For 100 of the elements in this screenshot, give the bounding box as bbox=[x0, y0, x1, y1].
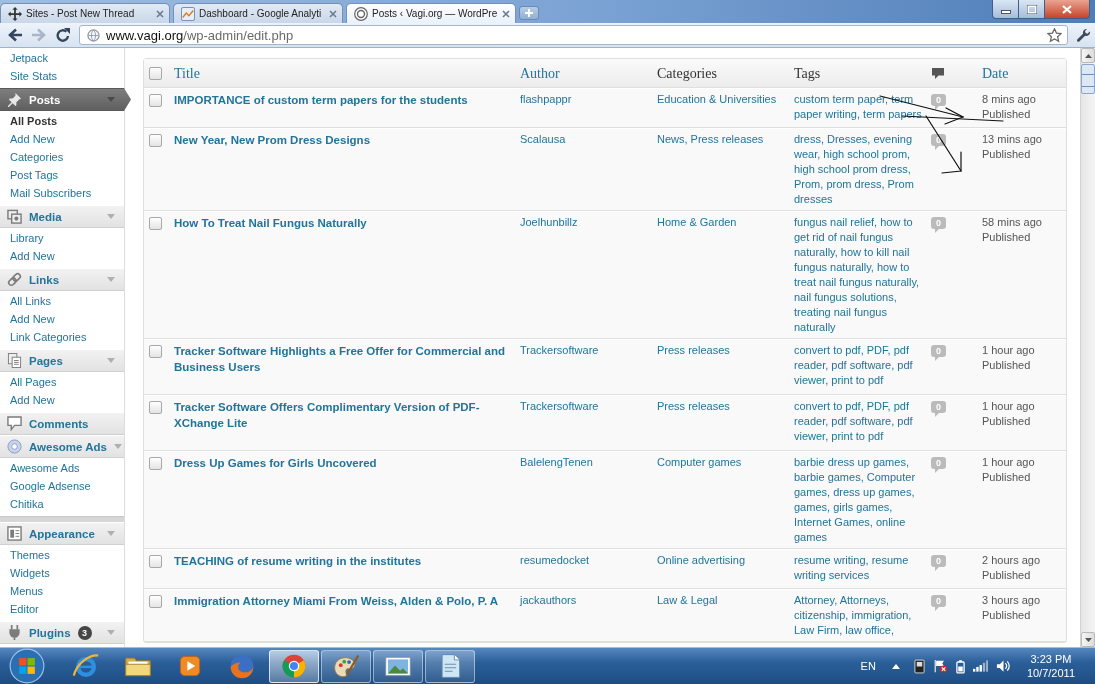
post-title-link[interactable]: Dress Up Games for Girls Uncovered bbox=[174, 455, 377, 471]
menu-item[interactable]: Categories bbox=[0, 148, 124, 166]
menu-item[interactable]: Add New bbox=[0, 310, 124, 328]
minimize-button[interactable] bbox=[992, 0, 1019, 19]
scroll-up-button[interactable] bbox=[1081, 48, 1095, 63]
tag-links[interactable]: convert to pdf, PDF, pdf reader, pdf software, pdf viewer, print to pdf bbox=[794, 399, 928, 444]
taskbar-button[interactable] bbox=[321, 649, 371, 683]
language-indicator[interactable]: EN bbox=[860, 660, 876, 672]
menu-item[interactable]: Add New bbox=[0, 247, 124, 265]
row-checkbox[interactable] bbox=[149, 94, 162, 107]
author-link[interactable]: Joelhunbillz bbox=[520, 215, 578, 230]
menu-item[interactable]: All Posts bbox=[0, 112, 124, 130]
post-title-link[interactable]: Immigration Attorney Miami From Weiss, Alden & Polo, P. A bbox=[174, 593, 499, 609]
row-checkbox[interactable] bbox=[149, 555, 162, 568]
author-link[interactable]: jackauthors bbox=[520, 593, 577, 608]
scrollbar-thumb[interactable] bbox=[1081, 64, 1095, 94]
close-icon[interactable] bbox=[156, 9, 164, 18]
menu-item[interactable]: Awesome Ads bbox=[0, 459, 124, 477]
row-checkbox[interactable] bbox=[149, 345, 162, 358]
menu-item[interactable]: All Pages bbox=[0, 373, 124, 391]
menu-item[interactable]: Library bbox=[0, 229, 124, 247]
category-link[interactable]: Press releases bbox=[657, 399, 730, 414]
menu-header[interactable]: Comments bbox=[0, 412, 124, 435]
category-link[interactable]: News, Press releases bbox=[657, 132, 764, 147]
signal-bars-icon[interactable] bbox=[972, 659, 988, 673]
new-tab-button[interactable] bbox=[519, 6, 539, 20]
menu-item[interactable]: Themes bbox=[0, 546, 124, 564]
category-link[interactable]: Press releases bbox=[657, 343, 730, 358]
menu-item[interactable]: Add New bbox=[0, 391, 124, 409]
author-link[interactable]: BalelengTenen bbox=[520, 455, 593, 470]
taskbar-button[interactable] bbox=[269, 649, 319, 683]
category-link[interactable]: Law & Legal bbox=[657, 593, 718, 608]
menu-header[interactable]: Posts bbox=[0, 88, 131, 111]
select-all-checkbox[interactable] bbox=[149, 66, 162, 80]
author-link[interactable]: Scalausa bbox=[520, 132, 566, 147]
wrench-icon[interactable] bbox=[1076, 27, 1091, 43]
taskbar-button[interactable] bbox=[425, 649, 475, 683]
post-title-link[interactable]: New Year, New Prom Dress Designs bbox=[174, 132, 371, 148]
row-checkbox[interactable] bbox=[149, 595, 162, 608]
star-icon[interactable] bbox=[1047, 27, 1062, 43]
menu-header[interactable]: Pages bbox=[0, 349, 124, 372]
menu-item[interactable]: Post Tags bbox=[0, 166, 124, 184]
category-link[interactable]: Home & Garden bbox=[657, 215, 737, 230]
column-header[interactable]: Author bbox=[520, 66, 560, 81]
browser-tab[interactable]: Posts ‹ Vagi.org — WordPre bbox=[346, 3, 516, 23]
post-title-link[interactable]: TEACHING of resume writing in the institutes bbox=[174, 553, 422, 569]
menu-header[interactable]: Plugins 3 bbox=[0, 621, 124, 644]
author-link[interactable]: resumedocket bbox=[520, 553, 590, 568]
close-icon[interactable] bbox=[329, 9, 337, 18]
back-arrow-icon[interactable] bbox=[7, 27, 23, 43]
close-icon[interactable] bbox=[502, 9, 510, 18]
column-header[interactable]: Title bbox=[174, 66, 200, 81]
maximize-button[interactable] bbox=[1019, 0, 1045, 19]
row-checkbox[interactable] bbox=[149, 134, 162, 147]
tag-links[interactable]: Attorney, Attorneys, citizenship, immigration, Law Firm, law office, bbox=[794, 593, 928, 638]
category-link[interactable]: Computer games bbox=[657, 455, 742, 470]
row-checkbox[interactable] bbox=[149, 457, 162, 470]
menu-item[interactable]: Widgets bbox=[0, 564, 124, 582]
menu-item[interactable]: Link Categories bbox=[0, 328, 124, 346]
reload-icon[interactable] bbox=[55, 27, 71, 43]
taskbar-button[interactable] bbox=[373, 649, 423, 683]
battery-icon[interactable] bbox=[955, 658, 965, 674]
tag-links[interactable]: barbie dress up games, barbie games, Computer games, dress up games, games, girls games, Internet Games, online games bbox=[794, 455, 928, 545]
scroll-down-button[interactable] bbox=[1081, 632, 1095, 647]
tag-links[interactable]: dress, Dresses, evening wear, high school prom, high school prom dress, Prom, prom dress, Prom dresses bbox=[794, 132, 928, 207]
menu-item[interactable]: Menus bbox=[0, 582, 124, 600]
close-button[interactable] bbox=[1045, 0, 1090, 19]
address-bar[interactable]: www.vagi.org/wp-admin/edit.php bbox=[79, 25, 1068, 45]
row-checkbox[interactable] bbox=[149, 401, 162, 414]
menu-item[interactable]: Editor bbox=[0, 600, 124, 618]
menu-item[interactable]: Mail Subscribers bbox=[0, 184, 124, 202]
start-orb-icon[interactable] bbox=[9, 648, 45, 684]
row-checkbox[interactable] bbox=[149, 217, 162, 230]
author-link[interactable]: Trackersoftware bbox=[520, 343, 599, 358]
caret-up-icon[interactable] bbox=[891, 663, 900, 669]
menu-item[interactable]: Jetpack bbox=[0, 49, 124, 67]
menu-header[interactable]: Appearance bbox=[0, 522, 124, 545]
post-title-link[interactable]: Tracker Software Offers Complimentary Version of PDF-XChange Lite bbox=[174, 399, 511, 431]
category-link[interactable]: Online advertising bbox=[657, 553, 746, 568]
category-link[interactable]: Education & Universities bbox=[657, 92, 777, 107]
menu-item[interactable]: All Links bbox=[0, 292, 124, 310]
menu-item[interactable]: Add New bbox=[0, 130, 124, 148]
post-title-link[interactable]: IMPORTANCE of custom term papers for the students bbox=[174, 92, 468, 108]
author-link[interactable]: flashpappr bbox=[520, 92, 572, 107]
tag-links[interactable]: convert to pdf, PDF, pdf reader, pdf software, pdf viewer, print to pdf bbox=[794, 343, 928, 388]
menu-item[interactable]: Google Adsense bbox=[0, 477, 124, 495]
speaker-icon[interactable] bbox=[995, 659, 1011, 673]
browser-tab[interactable]: Dashboard - Google Analyti bbox=[173, 3, 343, 23]
menu-item[interactable]: Site Stats bbox=[0, 67, 124, 85]
menu-header[interactable]: Links bbox=[0, 268, 124, 291]
post-title-link[interactable]: Tracker Software Highlights a Free Offer for Commercial and Business Users bbox=[174, 343, 511, 375]
menu-header[interactable]: Media bbox=[0, 205, 124, 228]
column-header[interactable]: Date bbox=[982, 66, 1009, 81]
menu-header[interactable]: Awesome Ads bbox=[0, 435, 124, 458]
tag-links[interactable]: resume writing, resume writing services bbox=[794, 553, 928, 583]
flag-alert-icon[interactable] bbox=[932, 659, 948, 673]
browser-tab[interactable]: Sites - Post New Thread bbox=[0, 3, 170, 23]
tag-links[interactable]: fungus nail relief, how to get rid of nail fungus naturally, how to kill nail fungus naturally, how to treat nail fungus naturally, nail fungus solutions, treating nail fungus naturally bbox=[794, 215, 928, 335]
device-icon[interactable] bbox=[913, 658, 925, 674]
author-link[interactable]: Trackersoftware bbox=[520, 399, 599, 414]
